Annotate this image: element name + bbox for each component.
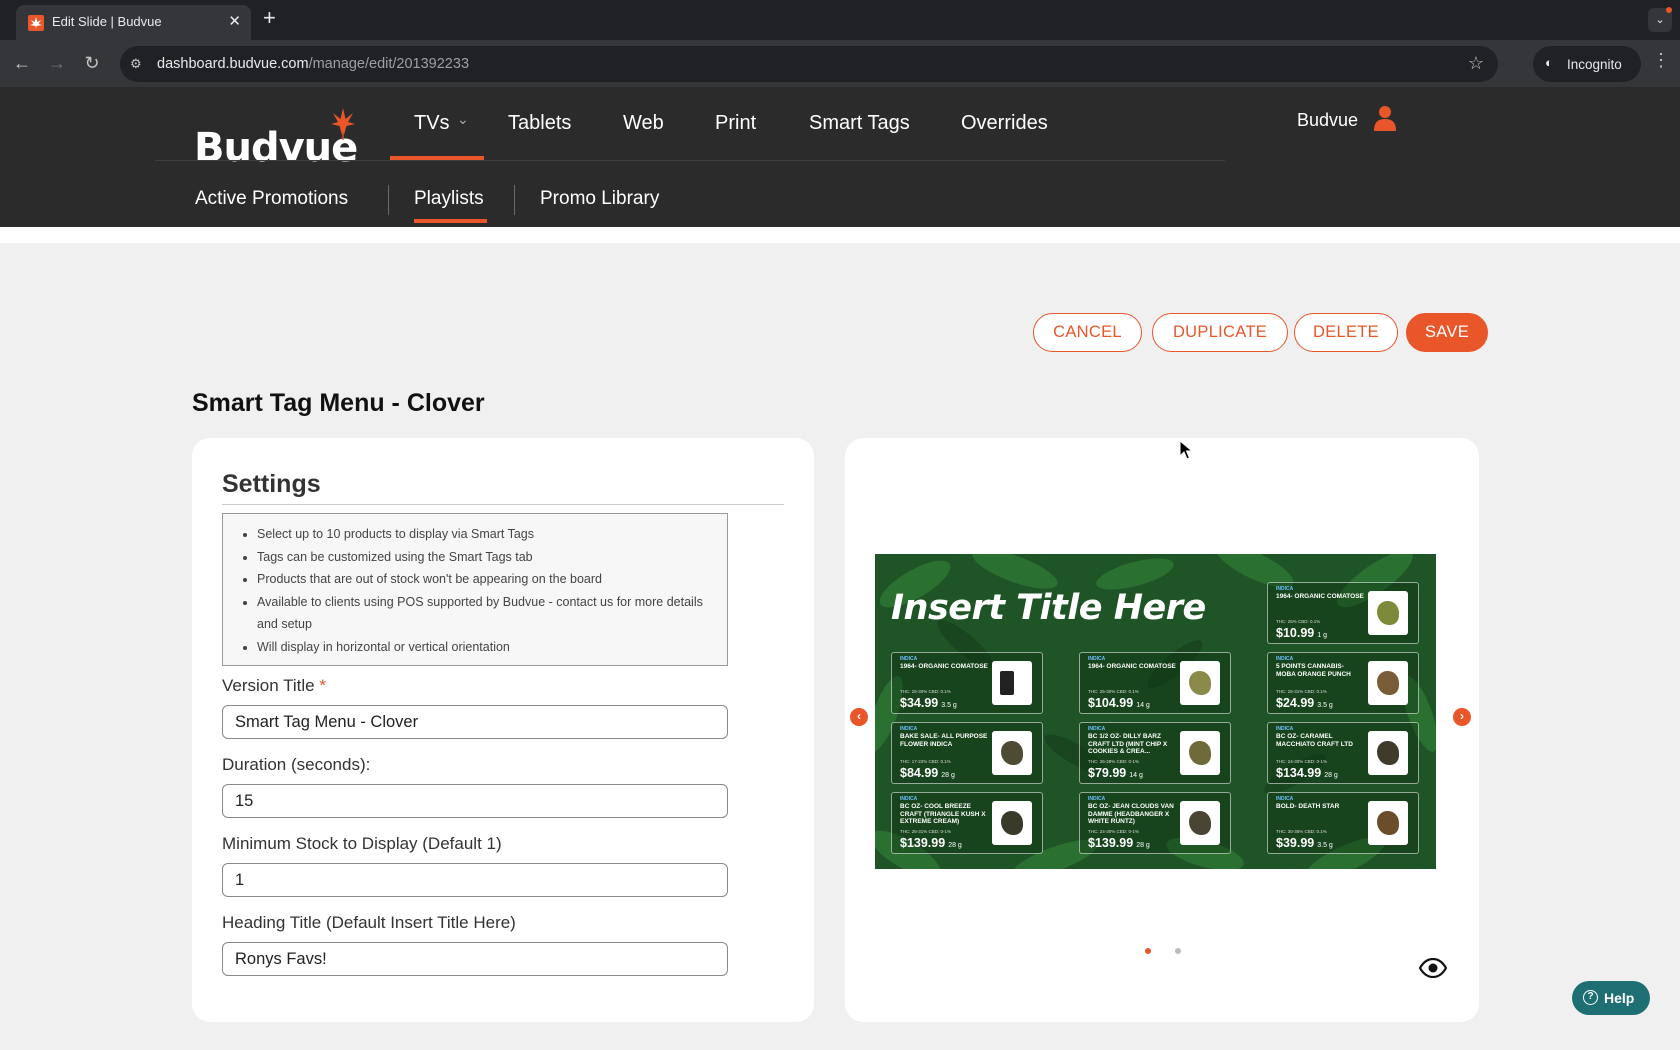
product-image — [992, 731, 1032, 775]
mouse-cursor-icon — [1179, 440, 1193, 460]
nav-smart-tags[interactable]: Smart Tags — [809, 112, 910, 135]
chevron-down-icon[interactable]: ⌄ — [457, 111, 469, 128]
product-image — [1368, 591, 1408, 635]
product-tile: INDICA 1964- ORGANIC COMATOSE THC: 25% C… — [1267, 582, 1419, 644]
info-item: Tags can be customized using the Smart T… — [257, 546, 715, 569]
product-tile: INDICA 5 POINTS CANNABIS- MOBA ORANGE PU… — [1267, 652, 1419, 714]
heading-title-label: Heading Title (Default Insert Title Here… — [222, 913, 516, 932]
subnav-separator — [388, 185, 389, 215]
duration-label: Duration (seconds): — [222, 755, 371, 774]
product-tile: INDICA 1964- ORGANIC COMATOSE THC: 25-30… — [1079, 652, 1231, 714]
app-header: Budvue TVs ⌄ Tablets Web Print Smart Tag… — [0, 87, 1680, 227]
product-image — [1180, 731, 1220, 775]
duplicate-button[interactable]: DUPLICATE — [1152, 313, 1288, 352]
close-icon[interactable]: ✕ — [228, 12, 241, 30]
heading-title-input[interactable]: Ronys Favs! — [222, 942, 728, 976]
product-image — [1368, 661, 1408, 705]
product-tile: INDICA BC 1/2 OZ- DILLY BARZ CRAFT LTD (… — [1079, 722, 1231, 784]
carousel-next-button[interactable]: › — [1453, 708, 1471, 726]
nav-tvs[interactable]: TVs — [414, 112, 450, 135]
info-item: Available to clients using POS supported… — [257, 591, 715, 636]
address-bar[interactable]: ⚙ dashboard.budvue.com/manage/edit/20139… — [120, 46, 1498, 82]
header-divider — [155, 160, 1225, 161]
product-tile: INDICA BC OZ- CARAMEL MACCHIATO CRAFT LT… — [1267, 722, 1419, 784]
cancel-button[interactable]: CANCEL — [1033, 313, 1142, 352]
site-info-icon[interactable]: ⚙ — [130, 56, 142, 72]
info-item: Select up to 10 products to display via … — [257, 523, 715, 546]
carousel-dot[interactable] — [1175, 948, 1181, 954]
version-title-input[interactable]: Smart Tag Menu - Clover — [222, 705, 728, 739]
version-title-label: Version Title * — [222, 676, 326, 695]
nav-overrides[interactable]: Overrides — [961, 112, 1048, 135]
min-stock-input[interactable]: 1 — [222, 863, 728, 897]
user-icon[interactable] — [1374, 105, 1396, 131]
help-circle-icon: ? — [1583, 990, 1598, 1005]
browser-tabstrip: Edit Slide | Budvue ✕ + ⌄ — [0, 0, 1680, 40]
product-tile: INDICA 1964- ORGANIC COMATOSE THC: 25-30… — [891, 652, 1043, 714]
save-button[interactable]: SAVE — [1406, 313, 1488, 352]
divider — [222, 504, 784, 505]
kebab-icon[interactable]: ⋮ — [1652, 50, 1670, 71]
incognito-icon: ◐ — [1545, 55, 1553, 70]
plus-icon[interactable]: + — [263, 7, 276, 29]
duration-input[interactable]: 15 — [222, 784, 728, 818]
url-text[interactable]: dashboard.budvue.com/manage/edit/2013922… — [157, 56, 469, 72]
product-image — [1180, 801, 1220, 845]
slide-preview[interactable]: Insert Title Here INDICA 1964- ORGANIC C… — [875, 554, 1436, 869]
product-tile: INDICA BC OZ- COOL BREEZE CRAFT (TRIANGL… — [891, 792, 1043, 854]
browser-toolbar: ← → ↻ ⚙ dashboard.budvue.com/manage/edit… — [0, 40, 1680, 87]
forward-icon[interactable]: → — [45, 52, 69, 74]
help-label: Help — [1604, 990, 1635, 1006]
page-title: Smart Tag Menu - Clover — [192, 389, 485, 417]
cannabis-leaf-icon — [331, 108, 355, 140]
user-name[interactable]: Budvue — [1297, 110, 1358, 131]
content-top-strip — [0, 227, 1680, 243]
slide-title: Insert Title Here — [891, 588, 1206, 628]
info-item: Products that are out of stock won't be … — [257, 568, 715, 591]
subnav-active-promotions[interactable]: Active Promotions — [195, 188, 348, 210]
favicon-leaf-icon — [28, 15, 44, 31]
subnav-playlists[interactable]: Playlists — [414, 188, 484, 210]
carousel-prev-button[interactable]: ‹ — [850, 708, 868, 726]
settings-info-box: Select up to 10 products to display via … — [222, 513, 728, 666]
preview-card: Insert Title Here INDICA 1964- ORGANIC C… — [845, 438, 1479, 1022]
tab-search-button[interactable]: ⌄ — [1648, 7, 1672, 32]
min-stock-label: Minimum Stock to Display (Default 1) — [222, 834, 502, 853]
subnav-separator — [514, 185, 515, 215]
subnav-promo-library[interactable]: Promo Library — [540, 188, 659, 210]
product-image — [992, 801, 1032, 845]
tab-title: Edit Slide | Budvue — [52, 14, 162, 29]
carousel-dot-active[interactable] — [1145, 948, 1151, 954]
active-subnav-indicator — [414, 219, 487, 223]
nav-tablets[interactable]: Tablets — [508, 112, 571, 135]
product-tile: INDICA BAKE SALE- ALL PURPOSE FLOWER IND… — [891, 722, 1043, 784]
delete-button[interactable]: DELETE — [1294, 313, 1398, 352]
budvue-logo[interactable]: Budvue — [194, 107, 364, 171]
info-item: Will display in horizontal or vertical o… — [257, 636, 715, 659]
product-image — [1368, 731, 1408, 775]
required-marker: * — [319, 676, 326, 695]
browser-tab[interactable]: Edit Slide | Budvue ✕ — [16, 5, 251, 40]
product-image — [1180, 661, 1220, 705]
settings-card: Settings Select up to 10 products to dis… — [192, 438, 814, 1022]
settings-heading: Settings — [222, 470, 321, 498]
reload-icon[interactable]: ↻ — [80, 52, 104, 74]
product-tile: INDICA BC OZ- JEAN CLOUDS VAN DAMME (HEA… — [1079, 792, 1231, 854]
eye-icon[interactable] — [1419, 958, 1447, 978]
product-image — [1368, 801, 1408, 845]
star-icon[interactable]: ☆ — [1468, 53, 1484, 74]
nav-print[interactable]: Print — [715, 112, 756, 135]
incognito-badge[interactable]: ◐ Incognito — [1533, 46, 1641, 82]
product-tile: INDICA BOLD- DEATH STAR THC: 30-36% CBD:… — [1267, 792, 1419, 854]
nav-web[interactable]: Web — [623, 112, 664, 135]
back-icon[interactable]: ← — [10, 52, 34, 74]
product-image — [992, 661, 1032, 705]
help-button[interactable]: ? Help — [1572, 981, 1650, 1015]
incognito-label: Incognito — [1567, 57, 1622, 72]
